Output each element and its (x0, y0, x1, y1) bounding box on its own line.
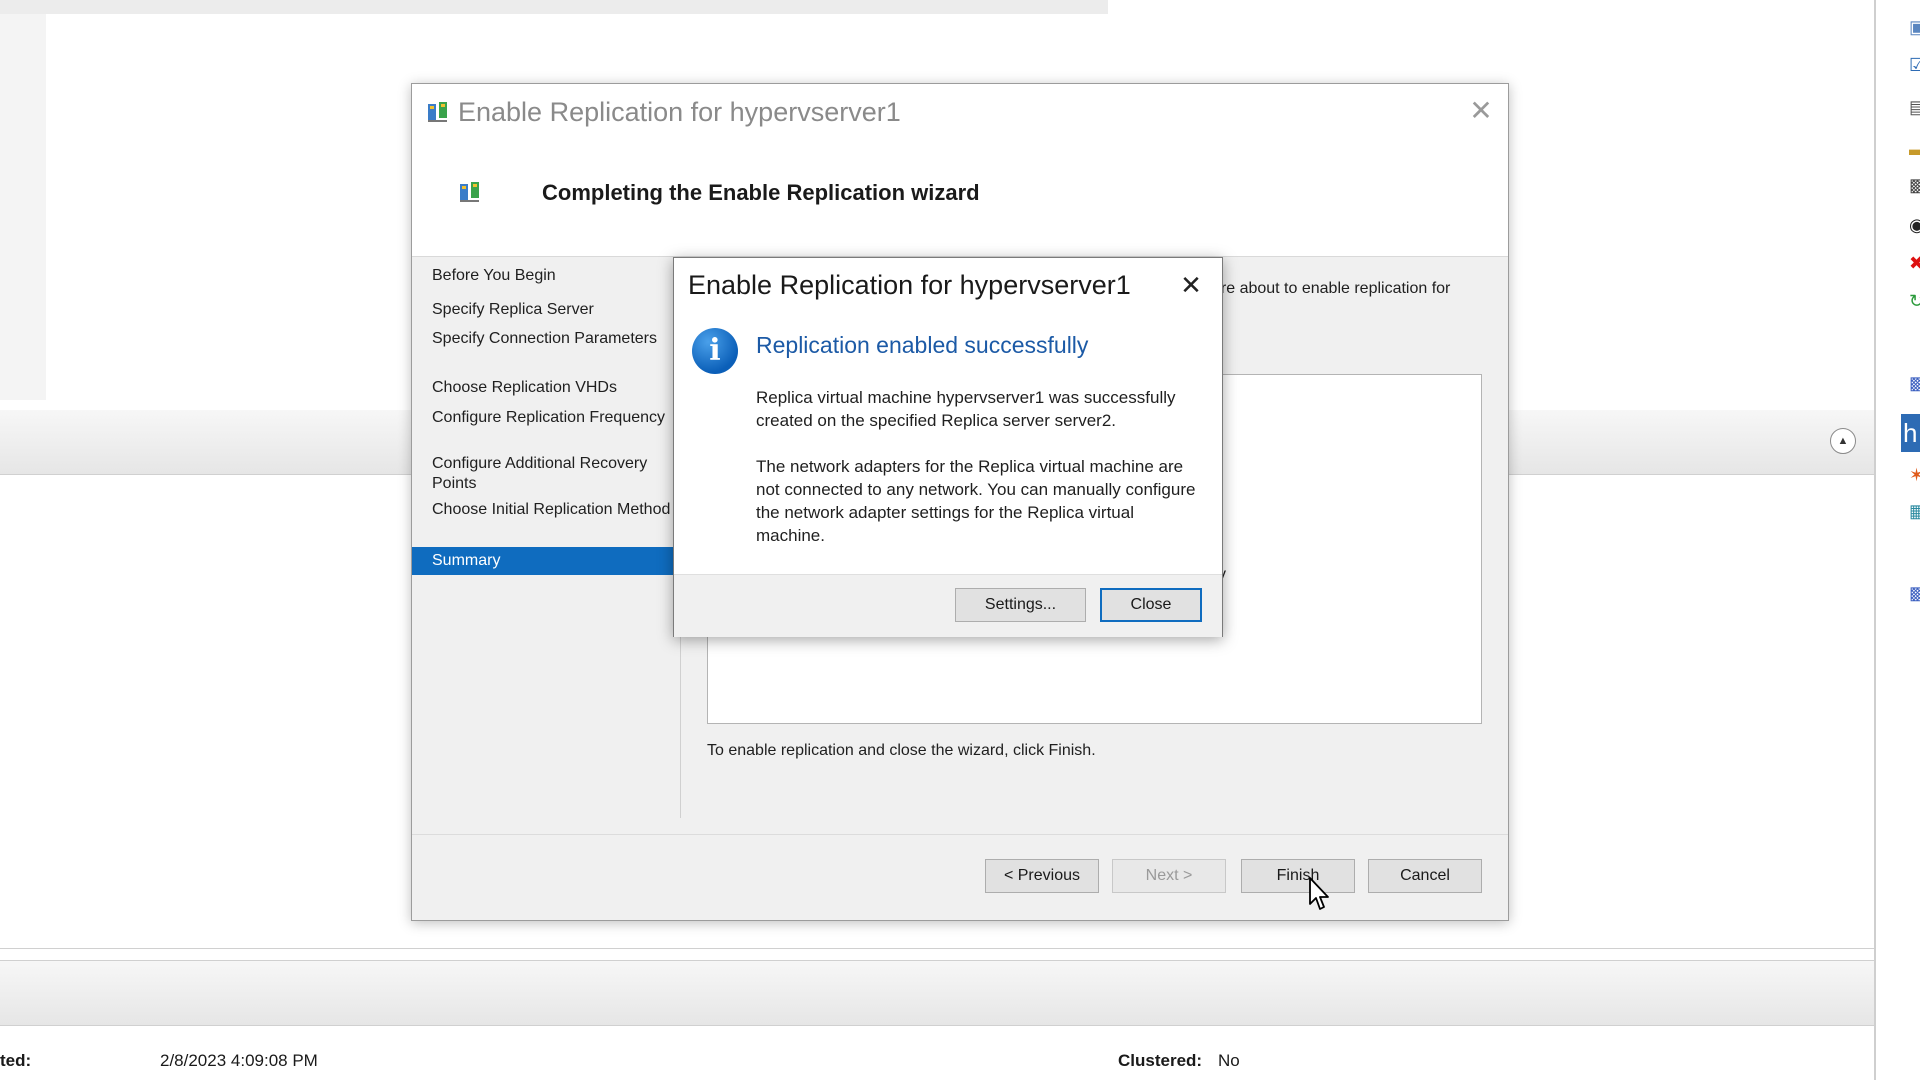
wizard-footer-divider (412, 834, 1508, 835)
selected-action-icon[interactable]: h (1901, 414, 1920, 452)
wizard-heading: Completing the Enable Replication wizard (542, 180, 980, 205)
dialog-heading: Replication enabled successfully (756, 332, 1089, 358)
action-icon[interactable]: ▦ (1909, 502, 1920, 520)
finish-instruction-text: To enable replication and close the wiza… (707, 742, 1096, 759)
action-icon[interactable]: ✶ (1909, 466, 1920, 484)
next-button[interactable]: Next > (1112, 859, 1226, 893)
delete-icon[interactable]: ✖ (1909, 254, 1920, 272)
settings-button[interactable]: Settings... (955, 588, 1086, 622)
cancel-button[interactable]: Cancel (1368, 859, 1482, 893)
info-icon: i (692, 328, 738, 374)
step-choose-replication-vhds[interactable]: Choose Replication VHDs (432, 378, 672, 398)
action-icon[interactable]: ▩ (1909, 176, 1920, 194)
dialog-paragraph-1: Replica virtual machine hypervserver1 wa… (756, 388, 1176, 430)
help-icon[interactable]: ▩ (1909, 374, 1920, 392)
step-configure-additional-recovery-points[interactable]: Configure Additional Recovery Points (432, 454, 672, 494)
created-value: 2/8/2023 4:09:08 PM (160, 1051, 318, 1070)
stop-icon[interactable]: ◉ (1909, 216, 1920, 234)
wizard-header: Completing the Enable Replication wizard (412, 140, 1508, 257)
clustered-label: Clustered: (1118, 1051, 1203, 1070)
step-choose-initial-replication-method[interactable]: Choose Initial Replication Method (432, 500, 672, 520)
pane-divider (1874, 0, 1876, 1080)
replication-success-dialog: Enable Replication for hypervserver1 ✕ i… (673, 257, 1223, 637)
action-icon[interactable]: ▣ (1909, 18, 1920, 36)
mouse-cursor-icon (1309, 877, 1329, 910)
action-icon[interactable]: ▤ (1909, 98, 1920, 116)
finish-button[interactable]: Finish (1241, 859, 1355, 893)
step-before-you-begin[interactable]: Before You Begin (432, 266, 672, 286)
step-configure-replication-frequency[interactable]: Configure Replication Frequency (432, 408, 672, 428)
step-specify-replica-server[interactable]: Specify Replica Server (432, 300, 672, 320)
wizard-close-icon[interactable]: ✕ (1464, 94, 1498, 128)
background-details-header (0, 960, 1876, 1026)
wizard-titlebar: Enable Replication for hypervserver1 ✕ (412, 84, 1508, 140)
dialog-paragraph-2: The network adapters for the Replica vir… (756, 457, 1196, 545)
clustered-value: No (1218, 1051, 1240, 1070)
help-icon[interactable]: ▩ (1909, 584, 1920, 602)
dialog-title: Enable Replication for hypervserver1 (688, 270, 1131, 300)
dialog-close-icon[interactable]: ✕ (1174, 268, 1208, 302)
step-specify-connection-parameters[interactable]: Specify Connection Parameters (432, 329, 672, 349)
wizard-header-icon (460, 182, 479, 202)
action-icon[interactable]: ▬ (1909, 140, 1920, 158)
wizard-title: Enable Replication for hypervserver1 (458, 97, 901, 127)
refresh-icon[interactable]: ↻ (1909, 292, 1920, 310)
dialog-footer: Settings... Close (674, 574, 1222, 637)
previous-button[interactable]: < Previous (985, 859, 1099, 893)
created-label: ted: (0, 1051, 32, 1070)
actions-pane: ▣ ☑ ▤ ▬ ▩ ◉ ✖ ↻ ▩ h ✶ ▦ ▩ (1890, 0, 1920, 1080)
background-toolbar (0, 0, 1108, 14)
replication-app-icon (428, 102, 447, 122)
collapse-section-button[interactable]: ▲ (1830, 428, 1856, 454)
action-icon[interactable]: ☑ (1909, 56, 1920, 74)
close-button[interactable]: Close (1100, 588, 1202, 622)
summary-intro-text: are about to enable replication for (1212, 280, 1451, 297)
step-summary[interactable]: Summary (412, 547, 676, 575)
background-navigation-pane (0, 14, 46, 400)
